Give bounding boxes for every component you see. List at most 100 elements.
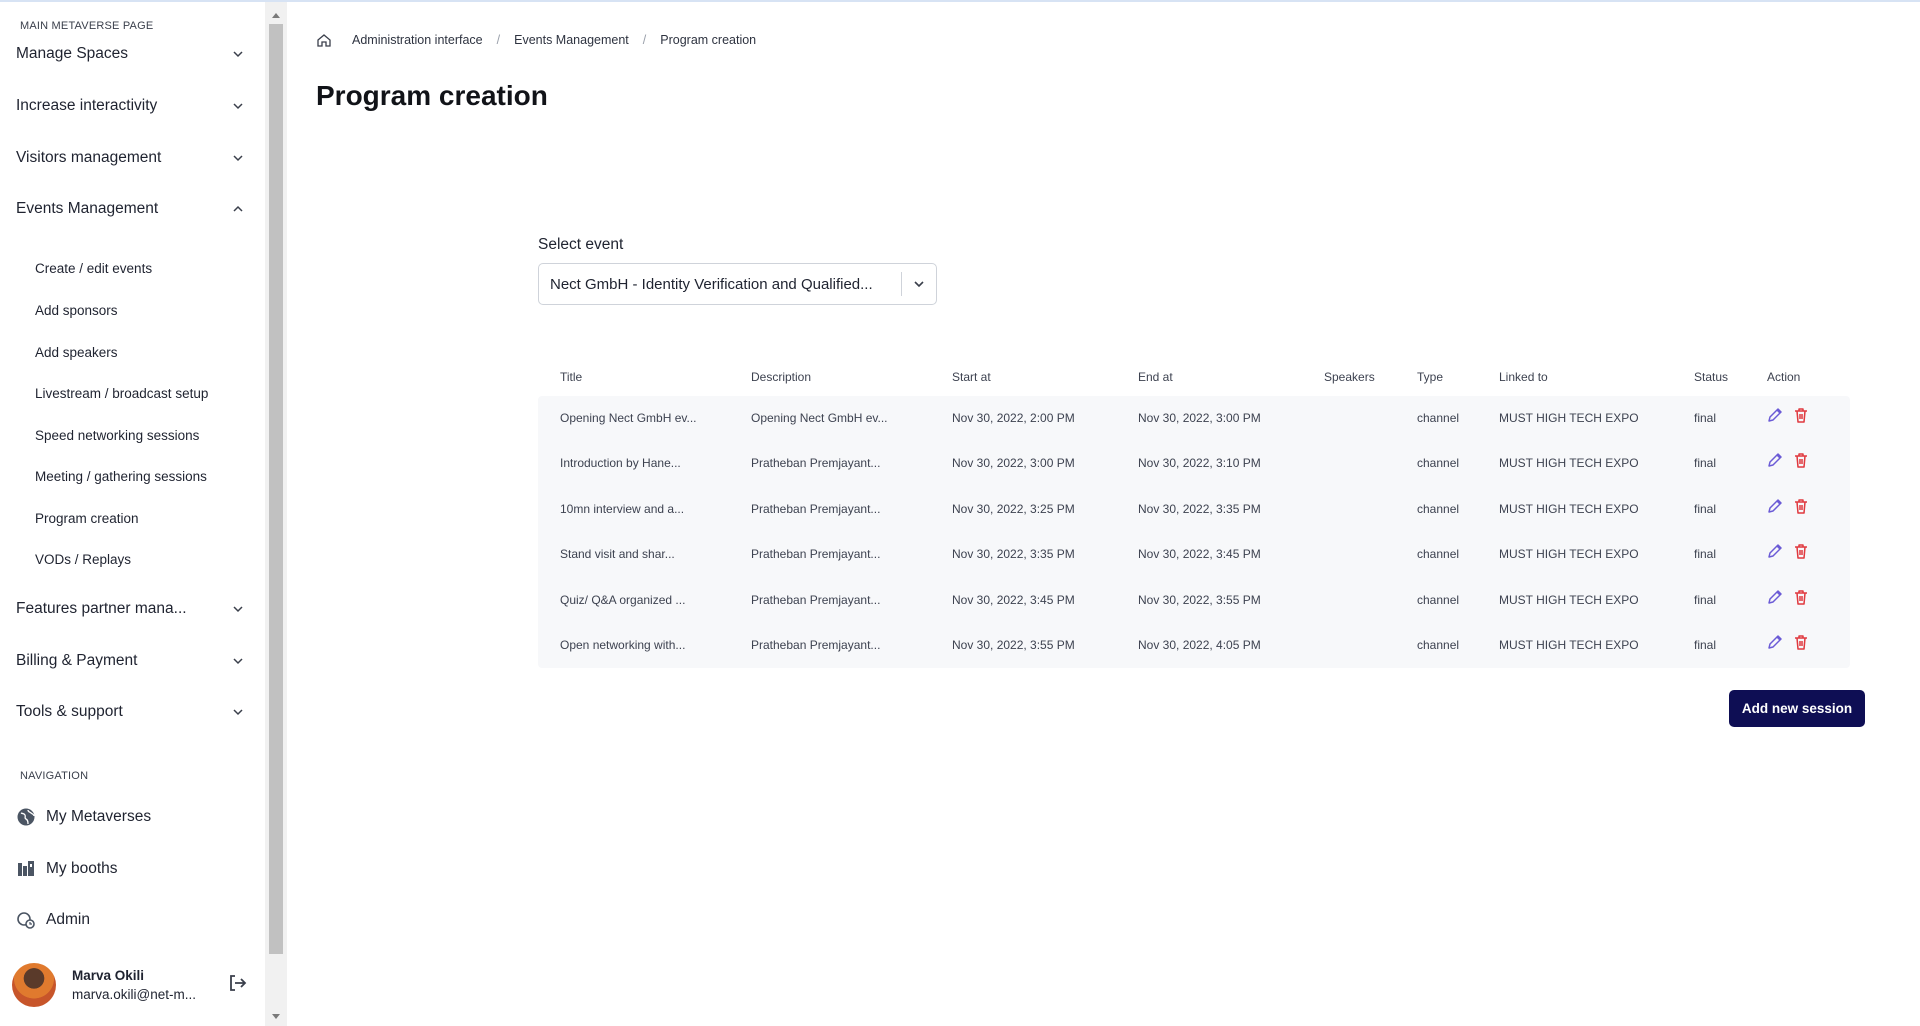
nav-item-admin[interactable]: Admin bbox=[16, 906, 90, 934]
cell-end-at: Nov 30, 2022, 3:10 PM bbox=[1138, 456, 1261, 471]
cell-end-at: Nov 30, 2022, 4:05 PM bbox=[1138, 637, 1261, 652]
scroll-down-arrow-icon[interactable] bbox=[265, 1008, 287, 1026]
nav-item-label: My Metaverses bbox=[46, 808, 152, 825]
edit-icon[interactable] bbox=[1766, 406, 1784, 424]
nav-item-my-booths[interactable]: My booths bbox=[16, 855, 118, 883]
sidebar-item-features-partner[interactable]: Features partner mana... bbox=[16, 594, 246, 624]
table-row: 10mn interview and a... Pratheban Premjay… bbox=[538, 487, 1850, 532]
breadcrumb-item[interactable]: Events Management bbox=[514, 33, 629, 47]
column-header-action: Action bbox=[1767, 370, 1801, 384]
cell-description: Pratheban Premjayant... bbox=[751, 592, 881, 607]
cell-title: Quiz/ Q&A organized ... bbox=[560, 592, 686, 607]
sidebar-subitem-vods-replays[interactable]: VODs / Replays bbox=[35, 552, 131, 567]
row-actions bbox=[1766, 406, 1810, 424]
logout-icon[interactable] bbox=[226, 972, 248, 994]
avatar bbox=[12, 963, 56, 1007]
row-actions bbox=[1766, 542, 1810, 560]
scrollbar-thumb[interactable] bbox=[269, 24, 283, 954]
column-header-status: Status bbox=[1694, 370, 1729, 384]
row-actions bbox=[1766, 497, 1810, 515]
sidebar-subitem-speed-networking[interactable]: Speed networking sessions bbox=[35, 428, 199, 443]
user-name: Marva Okili bbox=[72, 968, 145, 983]
edit-icon[interactable] bbox=[1766, 633, 1784, 651]
cell-status: final bbox=[1694, 456, 1717, 471]
column-header-end: End at bbox=[1138, 370, 1173, 384]
edit-icon[interactable] bbox=[1766, 497, 1784, 515]
cell-description: Pratheban Premjayant... bbox=[751, 456, 881, 471]
cell-type: channel bbox=[1417, 592, 1460, 607]
breadcrumb-separator: / bbox=[496, 33, 501, 47]
chevron-up-icon bbox=[230, 201, 246, 217]
booth-icon bbox=[16, 859, 36, 879]
cell-title: Opening Nect GmbH ev... bbox=[560, 411, 697, 425]
cell-start-at: Nov 30, 2022, 3:55 PM bbox=[952, 637, 1075, 652]
cell-description: Pratheban Premjayant... bbox=[751, 501, 881, 516]
table-body: Opening Nect GmbH ev... Opening Nect GmbH… bbox=[538, 396, 1850, 669]
cell-title: 10mn interview and a... bbox=[560, 501, 685, 516]
cell-status: final bbox=[1694, 501, 1717, 516]
sidebar-subitem-add-speakers[interactable]: Add speakers bbox=[35, 345, 118, 360]
edit-icon[interactable] bbox=[1766, 542, 1784, 560]
cell-start-at: Nov 30, 2022, 2:00 PM bbox=[952, 411, 1075, 425]
cell-type: channel bbox=[1417, 547, 1460, 562]
delete-icon[interactable] bbox=[1792, 588, 1810, 606]
delete-icon[interactable] bbox=[1792, 406, 1810, 424]
sidebar-item-label: Features partner mana... bbox=[16, 600, 187, 617]
sidebar-subitem-create-edit-events[interactable]: Create / edit events bbox=[35, 261, 152, 276]
edit-icon[interactable] bbox=[1766, 451, 1784, 469]
home-icon[interactable] bbox=[316, 32, 332, 48]
cell-linked-to: MUST HIGH TECH EXPO bbox=[1499, 456, 1639, 471]
column-header-start: Start at bbox=[952, 370, 991, 384]
sidebar-item-billing-payment[interactable]: Billing & Payment bbox=[16, 646, 246, 676]
sidebar-item-manage-spaces[interactable]: Manage Spaces bbox=[16, 39, 246, 69]
cell-type: channel bbox=[1417, 411, 1460, 425]
breadcrumb-item[interactable]: Administration interface bbox=[352, 33, 483, 47]
table-row: Introduction by Hane... Pratheban Premjay… bbox=[538, 441, 1850, 486]
cell-start-at: Nov 30, 2022, 3:35 PM bbox=[952, 547, 1075, 562]
sidebar-subitem-meeting-sessions[interactable]: Meeting / gathering sessions bbox=[35, 469, 207, 484]
cell-title: Open networking with... bbox=[560, 637, 686, 652]
chevron-down-icon[interactable] bbox=[902, 276, 936, 292]
cell-status: final bbox=[1694, 637, 1717, 652]
sidebar-item-events-management[interactable]: Events Management bbox=[16, 194, 246, 224]
user-profile[interactable]: Marva Okili marva.okili@net-m... bbox=[12, 960, 252, 1010]
sidebar-item-visitors-management[interactable]: Visitors management bbox=[16, 143, 246, 173]
event-select[interactable]: Nect GmbH - Identity Verification and Qu… bbox=[538, 263, 937, 305]
sidebar-subitem-add-sponsors[interactable]: Add sponsors bbox=[35, 303, 118, 318]
sessions-table: Title Description Start at End at Speake… bbox=[538, 356, 1850, 669]
navigation-heading: NAVIGATION bbox=[20, 770, 89, 782]
sidebar-item-label: Visitors management bbox=[16, 149, 162, 166]
sidebar-subitem-livestream-setup[interactable]: Livestream / broadcast setup bbox=[35, 386, 208, 401]
select-event-label: Select event bbox=[538, 236, 624, 253]
delete-icon[interactable] bbox=[1792, 451, 1810, 469]
cell-linked-to: MUST HIGH TECH EXPO bbox=[1499, 592, 1639, 607]
cell-description: Pratheban Premjayant... bbox=[751, 637, 881, 652]
sidebar-item-tools-support[interactable]: Tools & support bbox=[16, 697, 246, 727]
sidebar: MAIN METAVERSE PAGE Manage Spaces Increa… bbox=[0, 2, 265, 1026]
cell-type: channel bbox=[1417, 637, 1460, 652]
delete-icon[interactable] bbox=[1792, 497, 1810, 515]
delete-icon[interactable] bbox=[1792, 542, 1810, 560]
sidebar-item-label: Events Management bbox=[16, 200, 159, 217]
sidebar-scrollbar[interactable] bbox=[265, 2, 287, 1026]
sidebar-item-label: Billing & Payment bbox=[16, 652, 138, 669]
cell-title: Introduction by Hane... bbox=[560, 456, 681, 471]
sidebar-item-increase-interactivity[interactable]: Increase interactivity bbox=[16, 91, 246, 121]
nav-item-label: Admin bbox=[46, 911, 90, 928]
sidebar-subitem-program-creation[interactable]: Program creation bbox=[35, 511, 139, 526]
chevron-down-icon bbox=[230, 150, 246, 166]
admin-icon bbox=[16, 910, 36, 930]
delete-icon[interactable] bbox=[1792, 633, 1810, 651]
cell-type: channel bbox=[1417, 501, 1460, 516]
cell-start-at: Nov 30, 2022, 3:25 PM bbox=[952, 501, 1075, 516]
cell-end-at: Nov 30, 2022, 3:55 PM bbox=[1138, 592, 1261, 607]
add-new-session-button[interactable]: Add new session bbox=[1729, 690, 1865, 727]
cell-status: final bbox=[1694, 592, 1717, 607]
cell-linked-to: MUST HIGH TECH EXPO bbox=[1499, 411, 1639, 425]
cell-end-at: Nov 30, 2022, 3:00 PM bbox=[1138, 411, 1261, 425]
edit-icon[interactable] bbox=[1766, 588, 1784, 606]
page-title: Program creation bbox=[316, 80, 548, 111]
top-border bbox=[0, 0, 1920, 2]
scroll-up-arrow-icon[interactable] bbox=[265, 6, 287, 24]
nav-item-my-metaverses[interactable]: My Metaverses bbox=[16, 803, 151, 831]
